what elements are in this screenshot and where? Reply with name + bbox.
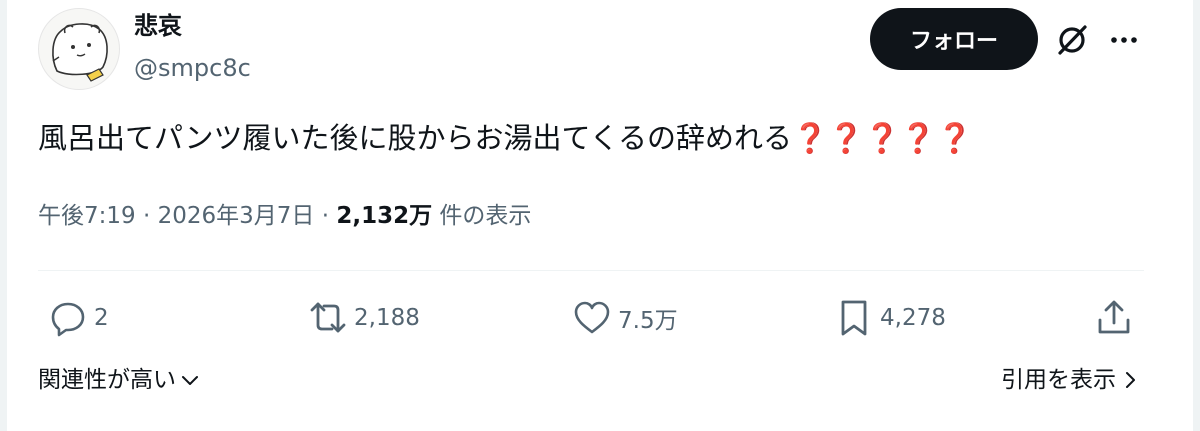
views-label: 件の表示: [439, 203, 532, 229]
follow-button[interactable]: フォロー: [870, 8, 1038, 70]
reply-count: 2: [94, 305, 109, 331]
tweet-body: 風呂出てパンツ履いた後に股からお湯出てくるの辞めれる: [38, 121, 793, 155]
bookmark-count: 4,278: [880, 305, 946, 331]
meta-separator: ·: [321, 203, 330, 229]
repost-button[interactable]: 2,188: [308, 296, 420, 340]
repost-count: 2,188: [354, 305, 420, 331]
view-quotes-link[interactable]: 引用を表示: [1001, 362, 1140, 398]
views-count: 2,132万: [336, 203, 433, 229]
tweet-date[interactable]: 2026年3月7日: [158, 203, 315, 229]
display-name[interactable]: 悲哀: [134, 10, 182, 42]
share-button[interactable]: [1094, 296, 1134, 340]
repost-icon: [310, 302, 346, 333]
user-handle[interactable]: @smpc8c: [134, 52, 251, 84]
avatar[interactable]: [38, 8, 120, 90]
question-emoji: ❓❓❓❓❓: [792, 121, 973, 155]
bookmark-button[interactable]: 4,278: [834, 296, 946, 340]
tweet-meta: 午後7:19 · 2026年3月7日 · 2,132万 件の表示: [38, 198, 531, 234]
share-icon: [1098, 300, 1130, 334]
left-border: [0, 0, 7, 431]
quotes-label: 引用を表示: [1001, 367, 1116, 393]
like-count: 7.5万: [618, 308, 678, 334]
divider: [38, 270, 1144, 271]
more-icon[interactable]: [1108, 24, 1140, 56]
like-button[interactable]: 7.5万: [572, 296, 678, 340]
heart-icon: [574, 301, 610, 334]
right-border: [1193, 0, 1200, 431]
meta-separator: ·: [142, 203, 151, 229]
chevron-right-icon: [1126, 372, 1135, 388]
reply-button[interactable]: 2: [48, 296, 109, 340]
avatar-drawing: [52, 23, 108, 82]
tweet-text: 風呂出てパンツ履いた後に股からお湯出てくるの辞めれる❓❓❓❓❓: [38, 116, 973, 160]
sort-label: 関連性が高い: [38, 367, 176, 393]
chevron-down-icon: [182, 376, 198, 385]
reply-icon: [51, 302, 85, 337]
tweet-time[interactable]: 午後7:19: [38, 203, 136, 229]
grok-icon[interactable]: [1054, 22, 1090, 58]
bookmark-icon: [841, 300, 867, 336]
sort-dropdown[interactable]: 関連性が高い: [38, 362, 200, 398]
